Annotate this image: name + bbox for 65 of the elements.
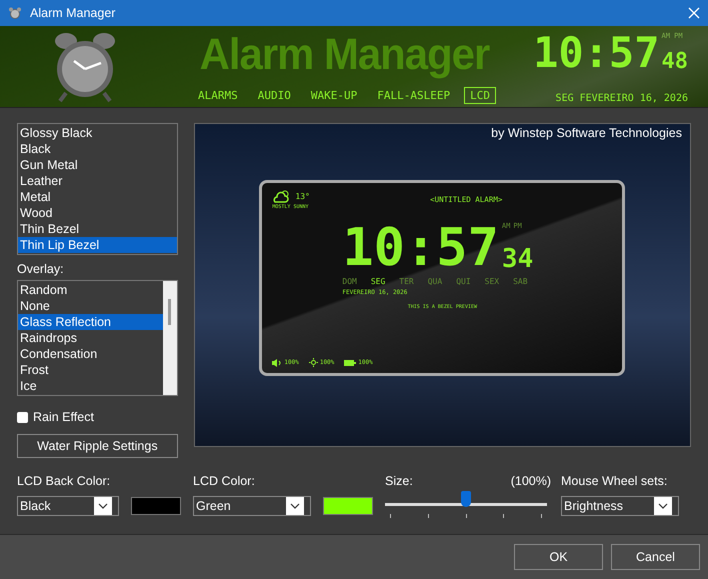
nav-tab[interactable]: ALARMS [192, 87, 244, 104]
size-reading: (100%) [510, 474, 551, 488]
weekday: QUA [428, 277, 442, 286]
list-item[interactable]: Ice [18, 378, 163, 394]
lcd-time: 10:57 [342, 222, 499, 274]
weekday: DOM [342, 277, 357, 286]
chevron-down-icon [98, 503, 108, 509]
mouse-wheel-dropdown[interactable]: Brightness [561, 496, 679, 516]
bezel-list[interactable]: Glossy Black Black Gun Metal Leather Metal Wood Thin Bezel Thin Lip Bezel [17, 123, 178, 255]
chevron-down-icon [658, 503, 668, 509]
list-item[interactable]: Condensation [18, 346, 163, 362]
overlay-label: Overlay: [17, 262, 65, 276]
speaker-icon [272, 358, 282, 366]
list-item[interactable]: Thin Lip Bezel [18, 237, 177, 253]
app-icon [8, 7, 22, 19]
nav-tab[interactable]: AUDIO [252, 87, 297, 104]
size-label: Size: [385, 474, 413, 488]
weekday: SEX [484, 277, 500, 286]
list-item[interactable]: Black [18, 141, 177, 157]
list-item[interactable]: Gun Metal [18, 157, 177, 173]
chevron-down-icon [290, 503, 300, 509]
list-item[interactable]: Glass Reflection [18, 314, 163, 330]
color-swatch[interactable] [131, 497, 181, 515]
list-item[interactable]: None [18, 298, 163, 314]
list-item[interactable]: Glossy Black [18, 125, 177, 141]
alarm-clock-icon [52, 30, 118, 102]
slider-thumb[interactable] [461, 491, 471, 507]
weekday: SAB [513, 277, 528, 286]
clock-seconds: 48 [662, 49, 688, 74]
battery-icon [344, 360, 356, 366]
sun-icon [308, 358, 318, 367]
lcd-color-label: LCD Color: [193, 474, 256, 488]
dialog-button[interactable]: OK [514, 544, 603, 570]
nav-tab[interactable]: FALL-ASLEEP [371, 87, 456, 104]
temperature: 13° [295, 192, 310, 200]
close-icon[interactable] [688, 7, 700, 19]
weekday: QUI [456, 277, 471, 286]
list-item[interactable]: Metal [18, 189, 177, 205]
list-item[interactable]: Frost [18, 362, 163, 378]
nav-tab[interactable]: WAKE-UP [304, 87, 364, 104]
list-item[interactable]: Leather [18, 173, 177, 189]
checkbox[interactable] [17, 412, 28, 422]
size-slider[interactable] [385, 490, 547, 520]
nav-tab[interactable]: LCD [464, 87, 496, 104]
list-item[interactable]: Raindrops [18, 330, 163, 346]
mouse-wheel-label: Mouse Wheel sets: [561, 474, 668, 488]
color-swatch[interactable] [323, 497, 373, 515]
dialog-button[interactable]: Cancel [611, 544, 700, 570]
lcd-back-color-dropdown[interactable]: Black [17, 496, 119, 516]
list-item[interactable]: Thin Bezel [18, 221, 177, 237]
banner-title: Alarm Manager [199, 30, 489, 80]
weekday: TER [399, 277, 414, 286]
banner-date: SEG FEVEREIRO 16, 2026 [556, 93, 688, 104]
weekday: SEG [370, 277, 386, 286]
list-item[interactable]: Wood [18, 205, 177, 221]
lcd-color-dropdown[interactable]: Green [193, 496, 311, 516]
credit-text: by Winstep Software Technologies [490, 125, 683, 142]
scrollbar[interactable] [162, 281, 177, 395]
window-title: Alarm Manager [30, 6, 116, 20]
water-ripple-button[interactable]: Water Ripple Settings [17, 434, 178, 458]
lcd-seconds: 34 [502, 244, 534, 274]
clock-time: 10:57 [533, 32, 660, 74]
checkbox-label: Rain Effect [33, 410, 94, 424]
list-item[interactable]: Random [18, 282, 163, 298]
lcd-back-color-label: LCD Back Color: [17, 474, 112, 488]
